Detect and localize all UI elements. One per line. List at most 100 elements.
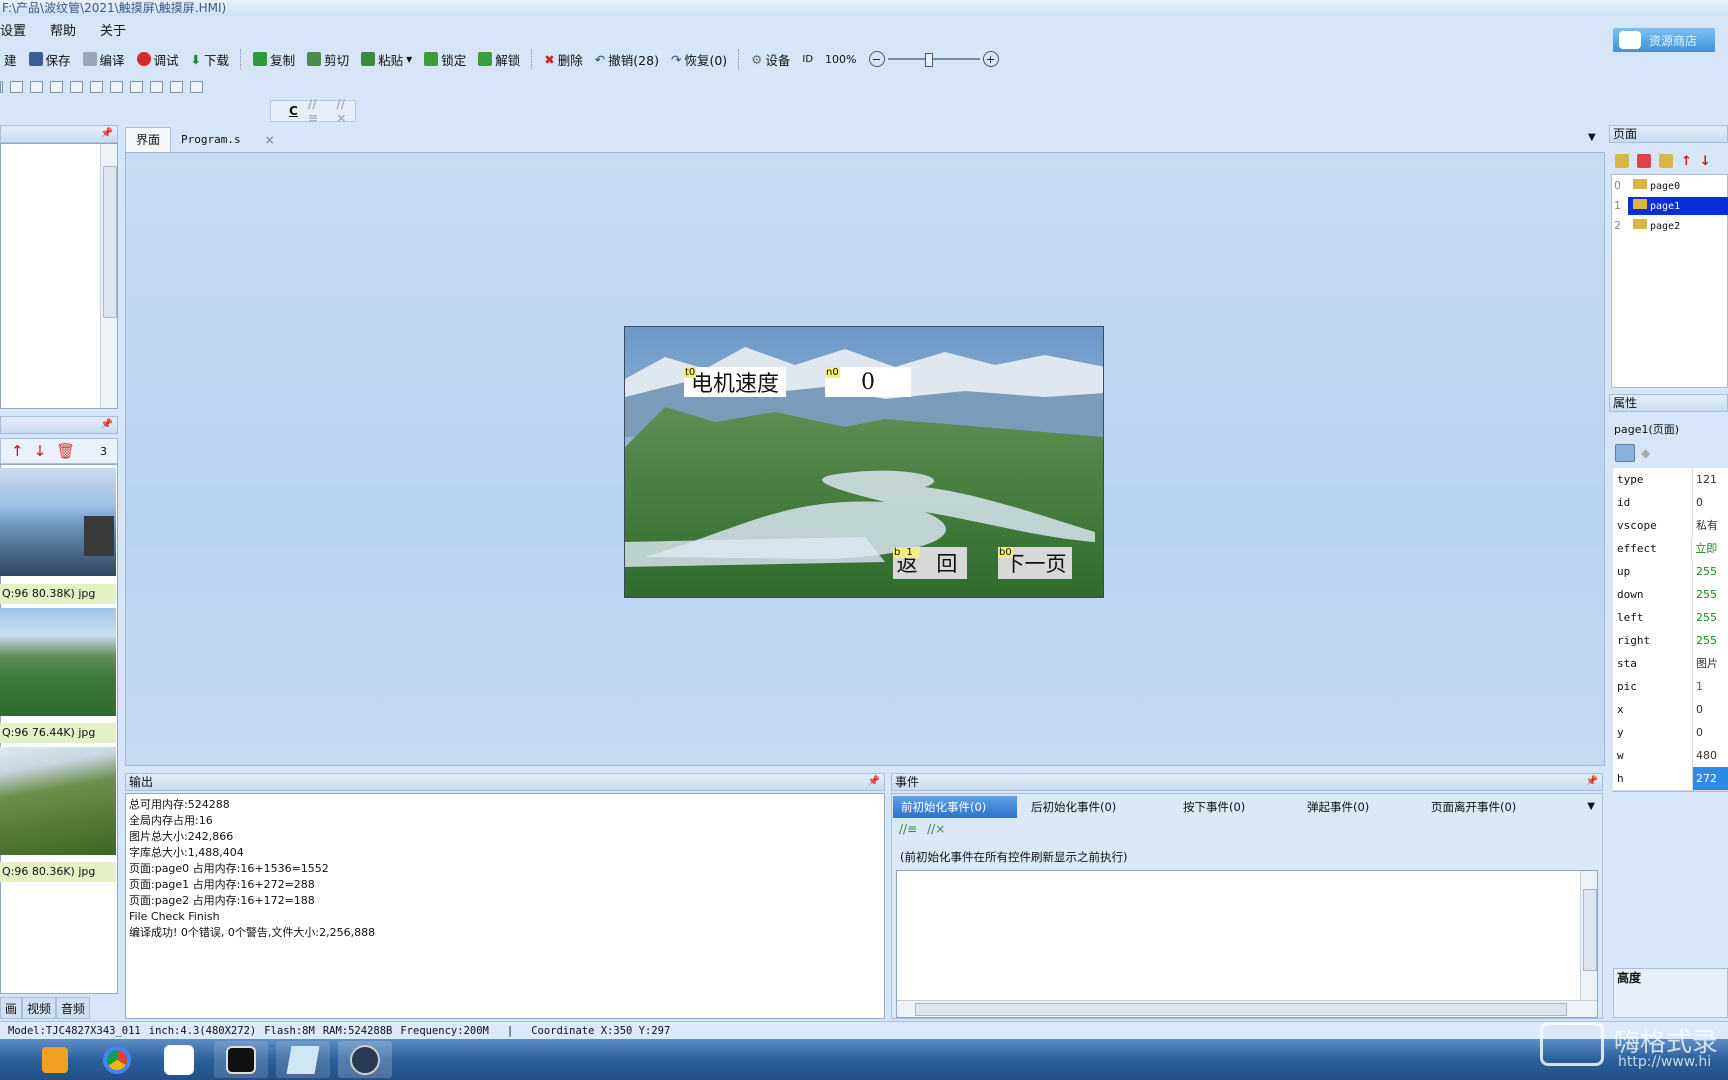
align-top-icon[interactable] [10, 81, 23, 93]
page-item-selected[interactable]: 1 page1 [1612, 197, 1728, 215]
tab-program[interactable]: Program.s × [171, 128, 285, 152]
picture-thumb-2[interactable] [0, 747, 116, 855]
close-icon[interactable]: × [265, 128, 275, 152]
tools-taskbar-icon[interactable] [338, 1041, 392, 1078]
grid-icon[interactable] [90, 81, 103, 93]
hmi-text-t0[interactable]: t0 电机速度 [684, 367, 786, 397]
undo-button[interactable]: ↶ 撤销(28) [591, 48, 663, 70]
hmi-number-n0[interactable]: n0 0 [825, 367, 911, 397]
delete-page-icon[interactable] [1637, 154, 1651, 168]
editor-vscroll[interactable] [1580, 871, 1597, 1001]
center-horizontal-icon[interactable] [50, 81, 63, 93]
resource-store-button[interactable]: 资源商店 [1612, 27, 1716, 53]
tab-pre-init-event[interactable]: 前初始化事件(0) [893, 796, 1017, 818]
prop-row[interactable]: down 255 [1613, 583, 1728, 607]
zoom-slider[interactable]: − + [865, 48, 1003, 70]
copy-button[interactable]: 复制 [249, 48, 299, 70]
editor-hscroll[interactable] [897, 1000, 1597, 1017]
comment-icon[interactable]: //≡ [899, 822, 917, 836]
prop-row[interactable]: left 255 [1613, 606, 1728, 630]
unlock-button[interactable]: 解锁 [474, 48, 524, 70]
cloud-app-taskbar-icon[interactable] [152, 1041, 206, 1078]
prop-row[interactable]: up 255 [1613, 560, 1728, 584]
move-down-icon[interactable]: ↓ [1700, 154, 1711, 169]
distribute-h2-icon[interactable] [130, 81, 143, 93]
uncomment-icon[interactable]: //× [336, 97, 355, 125]
align-left-icon[interactable] [0, 81, 3, 93]
distribute-v2-icon[interactable] [170, 81, 183, 93]
new-button[interactable]: 建 [0, 48, 21, 70]
tab-post-init-event[interactable]: 后初始化事件(0) [1017, 796, 1141, 818]
prop-row[interactable]: type 121 [1613, 468, 1728, 492]
hmi-next-button[interactable]: b0 下一页 [998, 547, 1072, 579]
prop-row[interactable]: y0 [1613, 721, 1728, 745]
prop-row[interactable]: id 0 [1613, 491, 1728, 515]
hmi-page[interactable]: t0 电机速度 n0 0 b1 返 回 b0 下一页 [624, 326, 1104, 598]
tabs-dropdown-icon[interactable]: ▼ [1588, 132, 1596, 143]
zoom-in-icon[interactable]: + [982, 51, 999, 67]
zoom-out-icon[interactable]: − [868, 51, 885, 67]
event-code-editor[interactable] [896, 870, 1598, 1018]
tab-page-leave-event[interactable]: 页面离开事件(0) [1389, 796, 1531, 818]
chrome-taskbar-icon[interactable] [90, 1041, 144, 1078]
pin-icon[interactable]: 📌 [868, 774, 880, 790]
tab-press-event[interactable]: 按下事件(0) [1141, 796, 1265, 818]
zoom-thumb[interactable] [924, 53, 933, 67]
comment-icon[interactable]: //≡ [308, 97, 327, 125]
tab-video[interactable]: 视频 [22, 997, 57, 1019]
picture-thumb-0[interactable] [0, 468, 116, 576]
props-alpha-icon[interactable]: ◆ [1641, 446, 1650, 460]
distribute-v-icon[interactable] [150, 81, 163, 93]
menu-about[interactable]: 关于 [100, 20, 126, 44]
tab-release-event[interactable]: 弹起事件(0) [1265, 796, 1389, 818]
media-player-taskbar-icon[interactable] [28, 1041, 82, 1078]
prop-row[interactable]: pic 1 [1613, 675, 1728, 699]
prop-row[interactable]: effect立即加 [1613, 537, 1728, 578]
code-c-button[interactable]: C [289, 104, 298, 118]
uncomment-icon[interactable]: //× [927, 822, 945, 836]
paste-button[interactable]: 粘贴 ▼ [357, 48, 416, 70]
pin-icon[interactable]: 📌 [1586, 774, 1598, 790]
props-sort-icon[interactable] [1615, 444, 1635, 462]
prop-row[interactable]: right 255 [1613, 629, 1728, 653]
recorder-taskbar-icon[interactable] [214, 1041, 268, 1078]
distribute-h-icon[interactable] [110, 81, 123, 93]
align-bottom-icon[interactable] [30, 81, 43, 93]
tab-audio[interactable]: 音频 [56, 997, 91, 1019]
page-item[interactable]: 2 page2 [1612, 217, 1728, 235]
center-vertical-icon[interactable] [70, 81, 83, 93]
distribute-v3-icon[interactable] [190, 81, 203, 93]
move-up-icon[interactable]: ↑ [1681, 154, 1692, 169]
move-up-icon[interactable]: ↑ [11, 442, 24, 460]
prop-row-selected[interactable]: h 272 [1613, 767, 1728, 791]
device-button[interactable]: ⚙ 设备 [747, 48, 794, 70]
tab-interface[interactable]: 界面 [125, 127, 172, 152]
add-page-icon[interactable] [1615, 154, 1629, 168]
delete-button[interactable]: ✖ 删除 [540, 48, 587, 70]
pin-icon[interactable]: 📌 [101, 126, 113, 142]
tab-animation[interactable]: 画 [0, 997, 23, 1019]
id-button[interactable]: ID [798, 48, 817, 70]
lock-button[interactable]: 锁定 [420, 48, 470, 70]
left-panel-scrollbar[interactable] [100, 144, 117, 408]
chevron-down-icon[interactable]: ▼ [1587, 796, 1601, 818]
save-button[interactable]: 保存 [25, 48, 75, 70]
redo-button[interactable]: ↷ 恢复(0) [667, 48, 731, 70]
download-button[interactable]: ⬇ 下载 [187, 48, 234, 70]
page-item[interactable]: 0 page0 [1612, 177, 1728, 195]
pin-icon[interactable]: 📌 [101, 417, 113, 433]
move-down-icon[interactable]: ↓ [34, 442, 47, 460]
import-page-icon[interactable] [1659, 154, 1673, 168]
prop-row[interactable]: x0 [1613, 698, 1728, 722]
prop-row[interactable]: w 480 [1613, 744, 1728, 768]
compile-button[interactable]: 编译 [79, 48, 129, 70]
cut-button[interactable]: 剪切 [303, 48, 353, 70]
menu-help[interactable]: 帮助 [50, 20, 76, 44]
picture-thumb-1[interactable] [0, 608, 116, 716]
menu-settings[interactable]: 设置 [0, 20, 26, 44]
hmi-back-button[interactable]: b1 返 回 [893, 547, 967, 579]
debug-button[interactable]: 调试 [133, 48, 183, 70]
notes-taskbar-icon[interactable] [276, 1041, 330, 1078]
prop-row[interactable]: vscope 私有 [1613, 514, 1728, 538]
prop-row[interactable]: sta 图片 [1613, 652, 1728, 676]
